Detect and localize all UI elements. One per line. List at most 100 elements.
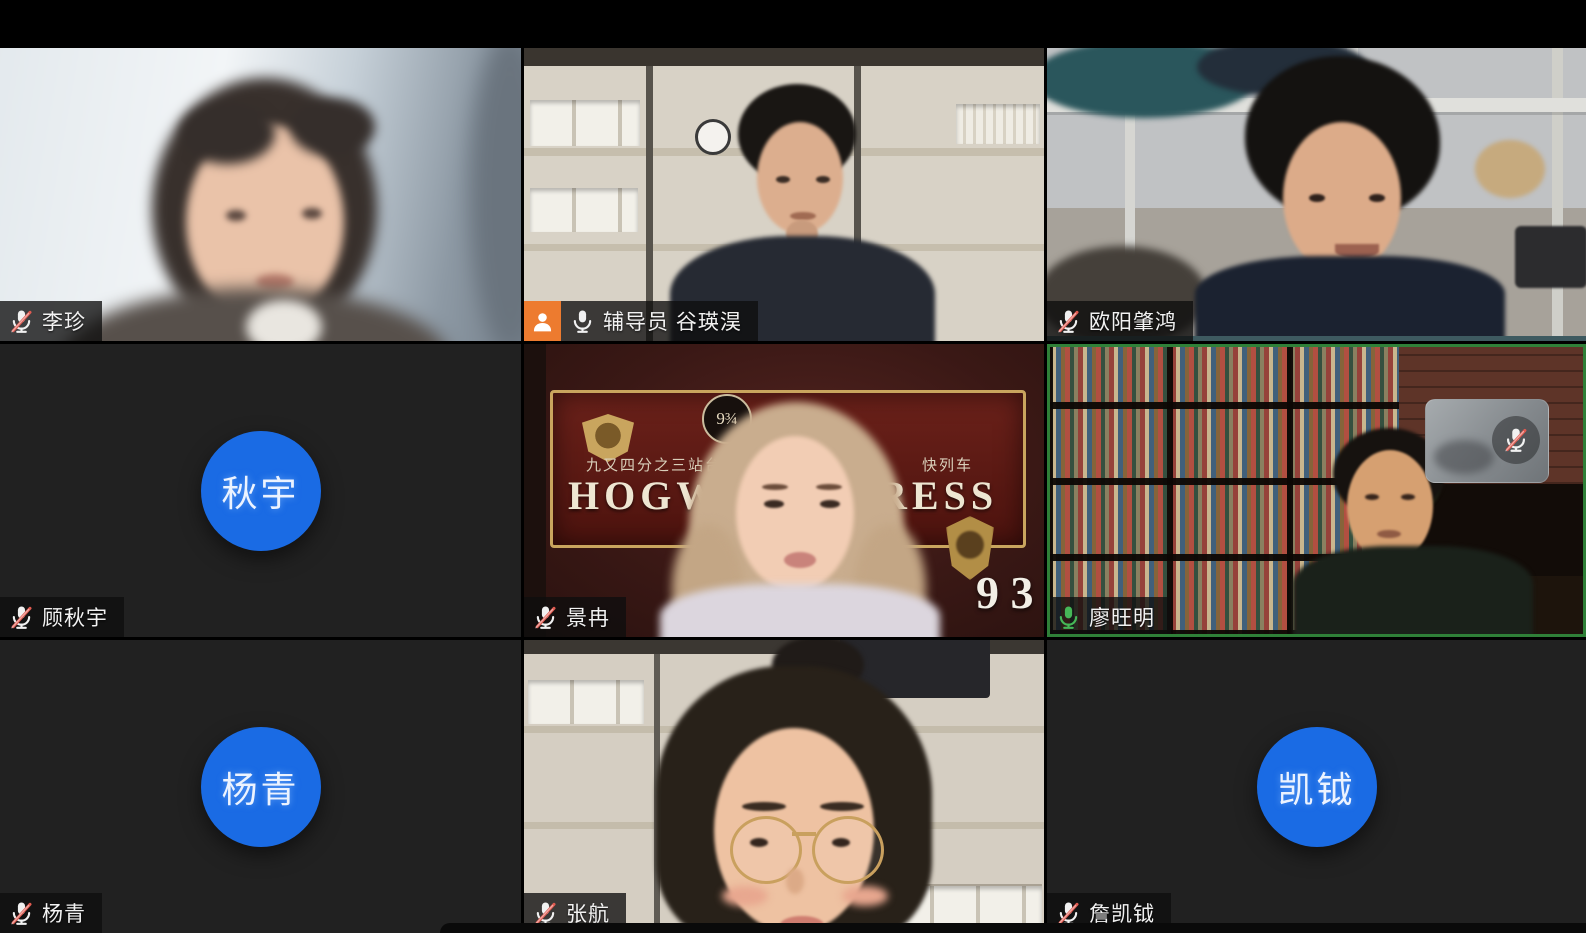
eye-left xyxy=(1309,194,1325,202)
participant-name-label: 顾秋宇 xyxy=(0,597,124,637)
top-black-bar xyxy=(0,0,1586,48)
storage-boxes xyxy=(530,100,640,146)
glasses-right-lens xyxy=(812,816,884,884)
meeting-window: 李珍 xyxy=(0,0,1586,933)
participant-name-label: 辅导员 谷瑛淏 xyxy=(524,301,758,341)
video-feed: 9¾ 九又四分之三站台 快列车 HOGWART RESS 9 3 xyxy=(524,344,1044,637)
face xyxy=(736,436,854,591)
bottom-taskbar-edge xyxy=(440,923,1586,933)
avatar-text: 凯钺 xyxy=(1277,761,1355,813)
blush-left xyxy=(722,886,768,906)
mic-muted-icon xyxy=(8,308,35,335)
eye-left xyxy=(1365,494,1379,500)
eye-right xyxy=(820,500,840,508)
avatar: 秋宇 xyxy=(201,431,321,551)
lips xyxy=(784,552,816,568)
pip-mic-muted-overlay xyxy=(1492,416,1540,464)
avatar-text: 秋宇 xyxy=(221,465,299,517)
nose xyxy=(786,868,804,894)
brow-left xyxy=(742,802,786,811)
eye-right xyxy=(302,208,322,219)
eye-left xyxy=(750,838,768,847)
brow-right xyxy=(820,802,864,811)
mic-speaking-icon xyxy=(1055,604,1082,631)
tile-zhang-hang[interactable]: 张航 xyxy=(524,640,1044,933)
video-feed xyxy=(524,48,1044,341)
storage-boxes xyxy=(528,680,644,724)
shirt xyxy=(1195,256,1505,341)
mic-muted-icon xyxy=(1055,308,1082,335)
participant-name: 杨青 xyxy=(42,898,86,928)
participant-name: 顾秋宇 xyxy=(42,602,108,632)
label-main: 李珍 xyxy=(0,301,102,341)
shirt xyxy=(1293,546,1533,637)
eye-right xyxy=(1369,194,1385,202)
avatar-text: 杨青 xyxy=(221,761,299,813)
mic-muted-icon xyxy=(8,604,35,631)
label-main: 顾秋宇 xyxy=(0,597,124,637)
participant-name: 景冉 xyxy=(566,602,610,632)
tile-jing-ran[interactable]: 9¾ 九又四分之三站台 快列车 HOGWART RESS 9 3 xyxy=(524,344,1044,637)
eye-left xyxy=(226,210,246,221)
participant-name: 李珍 xyxy=(42,306,86,336)
tile-gu-yinghao[interactable]: 辅导员 谷瑛淏 xyxy=(524,48,1044,341)
participant-grid: 李珍 xyxy=(0,48,1586,933)
platform-text-right: 快列车 xyxy=(922,458,973,473)
eye-left xyxy=(776,176,790,183)
eye-left xyxy=(764,500,784,508)
mic-muted-icon xyxy=(1502,426,1530,454)
blush-right xyxy=(842,886,888,906)
mic-muted-icon xyxy=(8,900,35,927)
participant-name-label: 欧阳肇鸿 xyxy=(1047,301,1193,341)
participant-name-label: 景冉 xyxy=(524,597,626,637)
wall-clock xyxy=(695,119,731,155)
video-feed xyxy=(524,640,1044,933)
avatar: 杨青 xyxy=(201,727,321,847)
video-feed xyxy=(1047,344,1586,637)
participant-name: 欧阳肇鸿 xyxy=(1089,306,1177,336)
tile-li-zhen[interactable]: 李珍 xyxy=(0,48,521,341)
video-feed xyxy=(1047,48,1586,341)
participant-name: 廖旺明 xyxy=(1089,602,1155,632)
glasses-bridge xyxy=(792,832,816,836)
bangs-right xyxy=(290,98,375,156)
mouth xyxy=(256,274,294,289)
bag-beige xyxy=(1475,140,1545,198)
mic-muted-icon xyxy=(532,604,559,631)
label-main: 欧阳肇鸿 xyxy=(1047,301,1193,341)
platform-number: 9 3 xyxy=(976,570,1034,616)
participant-name-label: 廖旺明 xyxy=(1047,597,1171,637)
brow-left xyxy=(762,484,788,490)
person-icon xyxy=(530,309,555,334)
label-main: 景冉 xyxy=(524,597,626,637)
tile-zhan-kaiyue[interactable]: 凯钺 詹凯钺 xyxy=(1047,640,1586,933)
mic-on-icon xyxy=(569,308,596,335)
eye-right xyxy=(816,176,830,183)
pip-shape xyxy=(1434,440,1494,474)
shirt xyxy=(660,584,940,637)
bangs-left xyxy=(180,102,275,164)
monitor xyxy=(1515,226,1586,288)
window-shadow xyxy=(470,48,521,341)
tile-ouyang-zhaohong[interactable]: 欧阳肇鸿 xyxy=(1047,48,1586,341)
books xyxy=(956,104,1040,144)
participant-name: 辅导员 谷瑛淏 xyxy=(603,306,742,336)
eye-right xyxy=(1401,494,1415,500)
eye-right xyxy=(832,838,850,847)
label-main: 杨青 xyxy=(0,893,102,933)
participant-name-label: 杨青 xyxy=(0,893,102,933)
label-main: 辅导员 谷瑛淏 xyxy=(561,301,758,341)
host-badge-icon xyxy=(524,301,561,341)
label-main: 廖旺明 xyxy=(1047,597,1171,637)
brow-right xyxy=(816,484,842,490)
tile-gu-qiuyu[interactable]: 秋宇 顾秋宇 xyxy=(0,344,521,637)
tile-yang-qing[interactable]: 杨青 杨青 xyxy=(0,640,521,933)
pip-self-view[interactable] xyxy=(1425,399,1549,483)
tile-liao-wangming[interactable]: 廖旺明 xyxy=(1047,344,1586,637)
mouth xyxy=(1377,530,1401,538)
video-feed xyxy=(0,48,521,341)
avatar: 凯钺 xyxy=(1257,727,1377,847)
storage-boxes xyxy=(530,188,638,232)
participant-name-label: 李珍 xyxy=(0,301,102,341)
mouth xyxy=(790,212,816,220)
